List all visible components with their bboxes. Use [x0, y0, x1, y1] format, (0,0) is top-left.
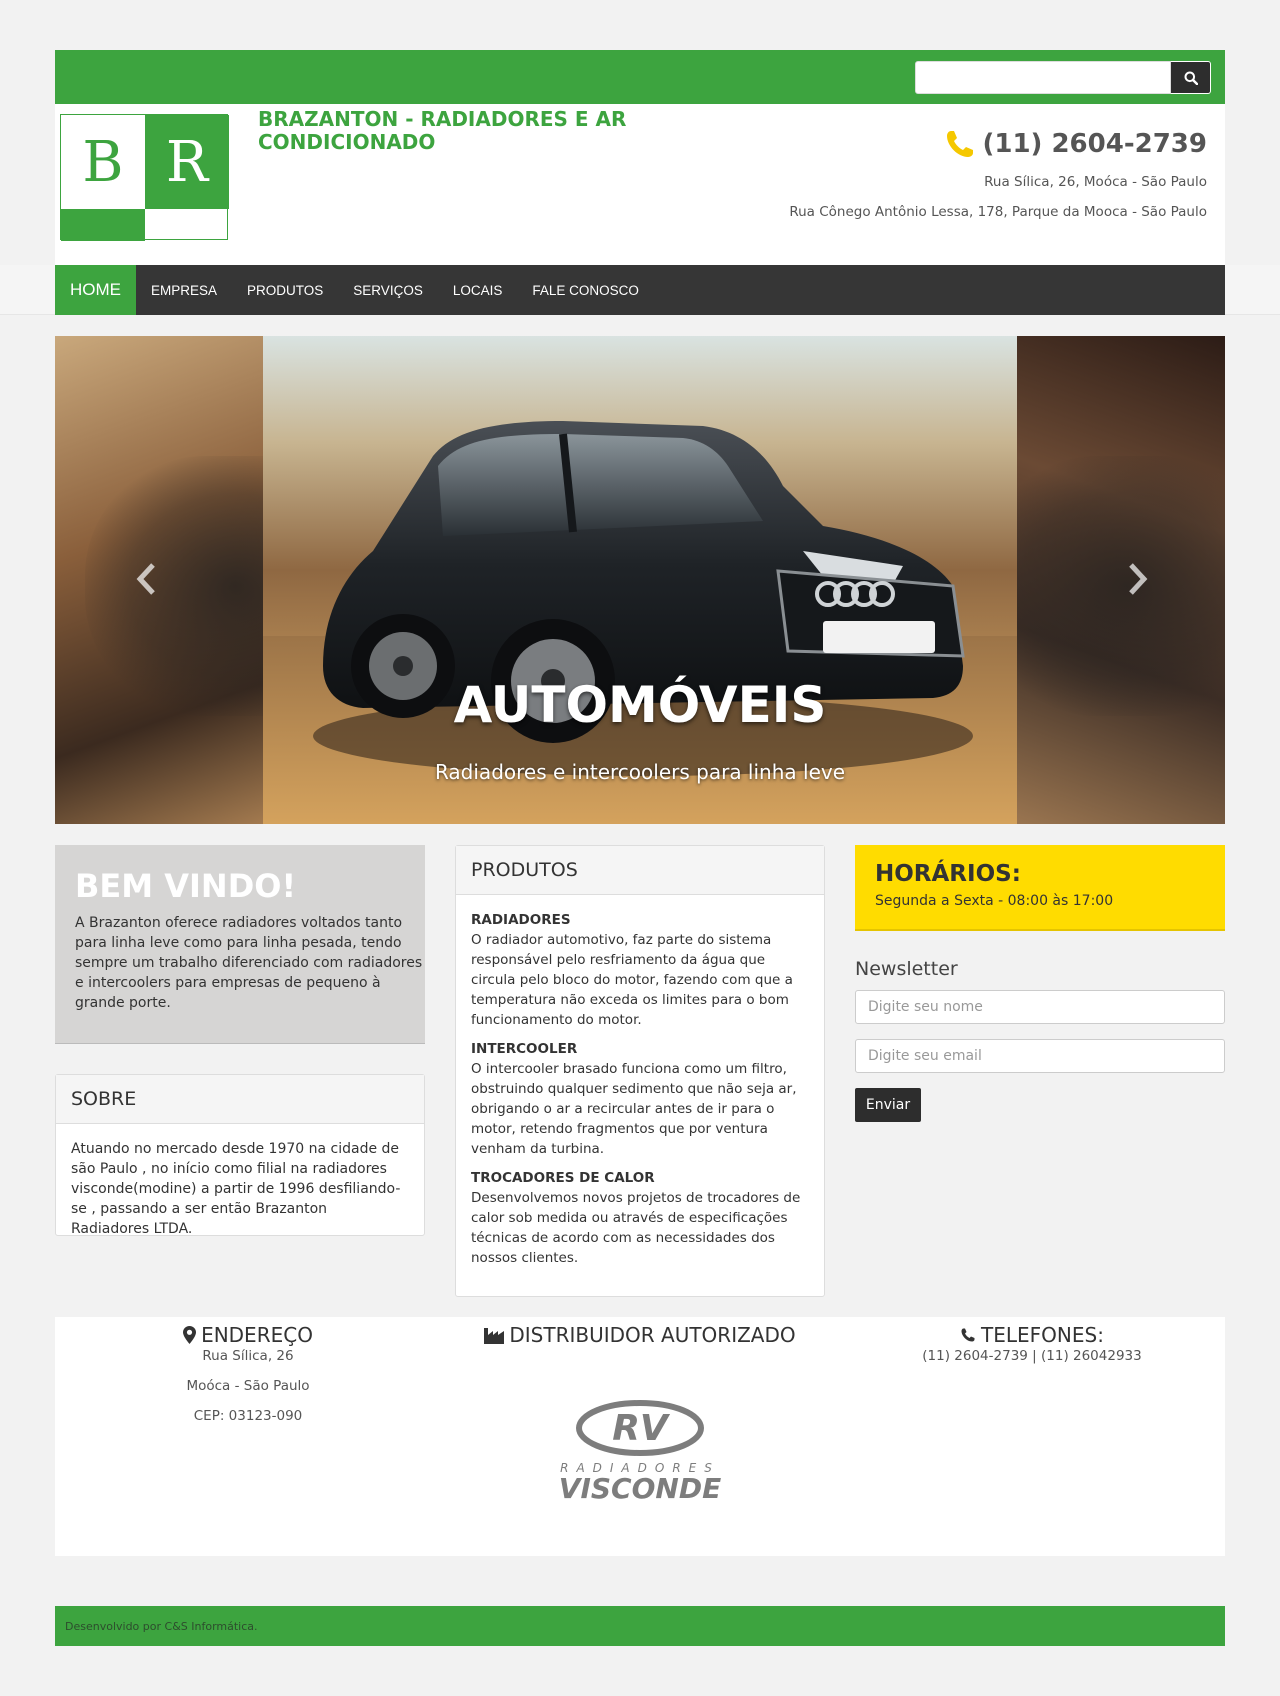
horarios-box: HORÁRIOS: Segunda a Sexta - 08:00 às 17:…: [855, 845, 1225, 931]
nav-item-servicos[interactable]: SERVIÇOS: [338, 265, 438, 315]
newsletter-form: Newsletter Enviar: [855, 958, 1225, 1122]
product-item: TROCADORES DE CALOR Desenvolvemos novos …: [471, 1168, 809, 1268]
telefones-heading: TELEFONES:: [839, 1323, 1225, 1347]
nav-item-home[interactable]: HOME: [55, 265, 136, 315]
product-item: RADIADORES O radiador automotivo, faz pa…: [471, 910, 809, 1030]
footer-distribuidor: DISTRIBUIDOR AUTORIZADO RV RADIADORES VI…: [441, 1323, 839, 1503]
rv-emblem: RV: [576, 1400, 704, 1456]
welcome-text: A Brazanton oferece radiadores voltados …: [75, 915, 423, 1011]
nav-item-produtos[interactable]: PRODUTOS: [232, 265, 338, 315]
product-description: O intercooler brasado funciona como um f…: [471, 1061, 797, 1157]
company-name: BRAZANTON - RADIADORES E AR CONDICIONADO: [258, 107, 627, 154]
site-logo[interactable]: B R: [60, 114, 229, 241]
search-icon: [1184, 71, 1198, 85]
sobre-title: SOBRE: [56, 1075, 424, 1124]
footer-endereco: ENDEREÇO Rua Sílica, 26 Moóca - São Paul…: [55, 1323, 441, 1431]
visconde-logo[interactable]: RV RADIADORES VISCONDE: [441, 1399, 839, 1503]
industry-icon: [484, 1328, 505, 1344]
chevron-left-icon: [136, 563, 155, 595]
phone-number: (11) 2604-2739: [982, 129, 1207, 159]
newsletter-email-input[interactable]: [855, 1039, 1225, 1073]
nav-item-locais[interactable]: LOCAIS: [438, 265, 518, 315]
header-contact: (11) 2604-2739 Rua Sílica, 26, Moóca - S…: [789, 128, 1207, 220]
top-bar: [55, 50, 1225, 104]
brand-mark: RV: [612, 1408, 671, 1449]
phone-icon: [947, 131, 974, 157]
newsletter-submit-button[interactable]: Enviar: [855, 1088, 921, 1122]
product-name: RADIADORES: [471, 912, 571, 928]
product-name: INTERCOOLER: [471, 1041, 578, 1057]
endereco-heading: ENDEREÇO: [55, 1323, 441, 1347]
sobre-text: Atuando no mercado desde 1970 na cidade …: [71, 1141, 401, 1237]
product-name: TROCADORES DE CALOR: [471, 1170, 655, 1186]
telefones-text: (11) 2604-2739 | (11) 26042933: [922, 1348, 1142, 1364]
produtos-panel: PRODUTOS RADIADORES O radiador automotiv…: [455, 845, 825, 1297]
sobre-panel: SOBRE Atuando no mercado desde 1970 na c…: [55, 1074, 425, 1237]
telefones-title: TELEFONES:: [981, 1323, 1104, 1347]
endereco-title: ENDEREÇO: [201, 1323, 313, 1347]
newsletter-name-input[interactable]: [855, 990, 1225, 1024]
logo-block: [61, 209, 145, 241]
phone-small-icon: [961, 1328, 975, 1342]
carousel-prev-button[interactable]: [127, 554, 167, 604]
product-item: INTERCOOLER O intercooler brasado funcio…: [471, 1039, 809, 1159]
carousel-next-button[interactable]: [1117, 554, 1157, 604]
logo-letter-left: B: [61, 115, 145, 209]
logo-letter-right: R: [145, 115, 229, 209]
horarios-text: Segunda a Sexta - 08:00 às 17:00: [875, 893, 1114, 909]
distribuidor-heading: DISTRIBUIDOR AUTORIZADO: [441, 1323, 839, 1347]
endereco-line: Rua Sílica, 26: [202, 1348, 294, 1364]
carousel-subtitle: Radiadores e intercoolers para linha lev…: [434, 760, 846, 784]
chevron-right-icon: [1129, 563, 1148, 595]
endereco-line: Moóca - São Paulo: [186, 1378, 310, 1394]
search-button[interactable]: [1171, 61, 1211, 94]
nav-item-empresa[interactable]: EMPRESA: [136, 265, 232, 315]
search-form: [915, 61, 1211, 94]
carousel-title: AUTOMÓVEIS: [453, 676, 827, 734]
header-phone: (11) 2604-2739: [789, 128, 1207, 160]
site-header: B R BRAZANTON - RADIADORES E AR CONDICIO…: [55, 104, 1225, 265]
developer-credit[interactable]: Desenvolvido por C&S Informática.: [65, 1620, 258, 1633]
welcome-box: BEM VINDO! A Brazanton oferece radiadore…: [55, 845, 425, 1044]
endereco-line: CEP: 03123-090: [193, 1408, 303, 1424]
brand-bottom-text: VISCONDE: [558, 1472, 722, 1505]
newsletter-title: Newsletter: [855, 958, 958, 980]
distribuidor-title: DISTRIBUIDOR AUTORIZADO: [509, 1323, 796, 1347]
map-marker-icon: [183, 1326, 197, 1344]
produtos-title: PRODUTOS: [456, 846, 824, 895]
horarios-title: HORÁRIOS:: [875, 861, 1021, 887]
address-line-1: Rua Sílica, 26, Moóca - São Paulo: [984, 174, 1207, 190]
bottom-bar: Desenvolvido por C&S Informática.: [55, 1606, 1225, 1646]
car-image: [263, 421, 1017, 824]
product-description: O radiador automotivo, faz parte do sist…: [471, 932, 793, 1028]
footer-info: ENDEREÇO Rua Sílica, 26 Moóca - São Paul…: [55, 1317, 1225, 1556]
address-line-2: Rua Cônego Antônio Lessa, 178, Parque da…: [789, 204, 1207, 220]
welcome-title: BEM VINDO!: [75, 867, 297, 905]
main-nav: HOME EMPRESA PRODUTOS SERVIÇOS LOCAIS FA…: [55, 265, 1225, 315]
nav-item-fale-conosco[interactable]: FALE CONOSCO: [517, 265, 654, 315]
search-input[interactable]: [915, 61, 1171, 94]
carousel-slide: AUTOMÓVEIS Radiadores e intercoolers par…: [263, 336, 1017, 824]
hero-carousel: AUTOMÓVEIS Radiadores e intercoolers par…: [55, 336, 1225, 824]
product-description: Desenvolvemos novos projetos de trocador…: [471, 1190, 801, 1266]
footer-telefones: TELEFONES: (11) 2604-2739 | (11) 2604293…: [839, 1323, 1225, 1371]
